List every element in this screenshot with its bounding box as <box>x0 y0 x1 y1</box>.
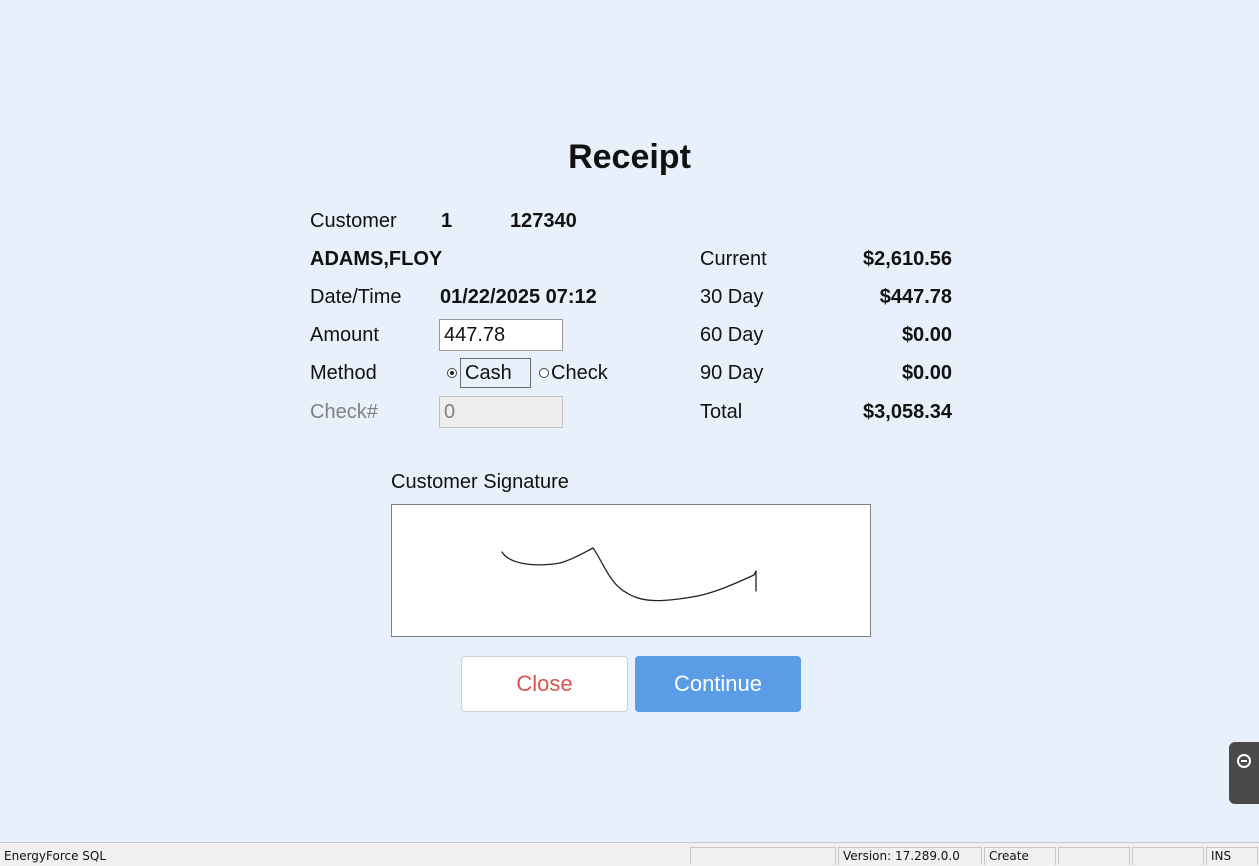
customer-number: 127340 <box>510 210 577 232</box>
status-version: Version: 17.289.0.0 <box>838 847 982 865</box>
status-mode: Create <box>984 847 1056 865</box>
page-title: Receipt <box>568 138 691 176</box>
continue-button[interactable]: Continue <box>635 656 801 712</box>
status-cell-blank <box>1058 847 1130 865</box>
aging-current-value: $2,610.56 <box>863 248 952 270</box>
aging-30day-label: 30 Day <box>700 286 764 308</box>
minus-circle-icon <box>1237 754 1251 768</box>
check-radio-label[interactable]: Check <box>551 362 608 385</box>
aging-60day-label: 60 Day <box>700 324 764 346</box>
datetime-value: 01/22/2025 07:12 <box>440 286 597 308</box>
close-button[interactable]: Close <box>461 656 628 712</box>
cash-radio[interactable] <box>447 368 457 378</box>
customer-code: 1 <box>441 210 453 232</box>
checknum-label: Check# <box>310 401 378 423</box>
signature-stroke <box>501 547 757 602</box>
aging-90day-label: 90 Day <box>700 362 764 384</box>
status-app-name: EnergyForce SQL <box>4 849 107 863</box>
status-cell-blank <box>1132 847 1204 865</box>
datetime-label: Date/Time <box>310 286 402 308</box>
receipt-panel <box>8 8 1259 842</box>
aging-current-label: Current <box>700 248 767 270</box>
signature-label: Customer Signature <box>391 471 569 493</box>
aging-30day-value: $447.78 <box>879 286 952 308</box>
aging-total-value: $3,058.34 <box>863 401 952 423</box>
checknum-input <box>439 396 563 428</box>
customer-name: ADAMS,FLOY <box>310 248 443 270</box>
aging-90day-value: $0.00 <box>901 362 952 384</box>
status-cell-blank <box>690 847 836 865</box>
signature-pad[interactable] <box>391 504 871 637</box>
amount-label: Amount <box>310 324 379 346</box>
amount-input[interactable] <box>439 319 563 351</box>
check-radio[interactable] <box>539 368 549 378</box>
method-label: Method <box>310 362 377 384</box>
customer-label: Customer <box>310 210 397 232</box>
status-bar: EnergyForce SQL Version: 17.289.0.0 Crea… <box>0 842 1259 866</box>
side-panel-tab[interactable] <box>1229 742 1259 804</box>
status-ins: INS <box>1206 847 1258 865</box>
aging-60day-value: $0.00 <box>901 324 952 346</box>
cash-radio-label[interactable]: Cash <box>465 362 512 385</box>
aging-total-label: Total <box>700 401 743 423</box>
